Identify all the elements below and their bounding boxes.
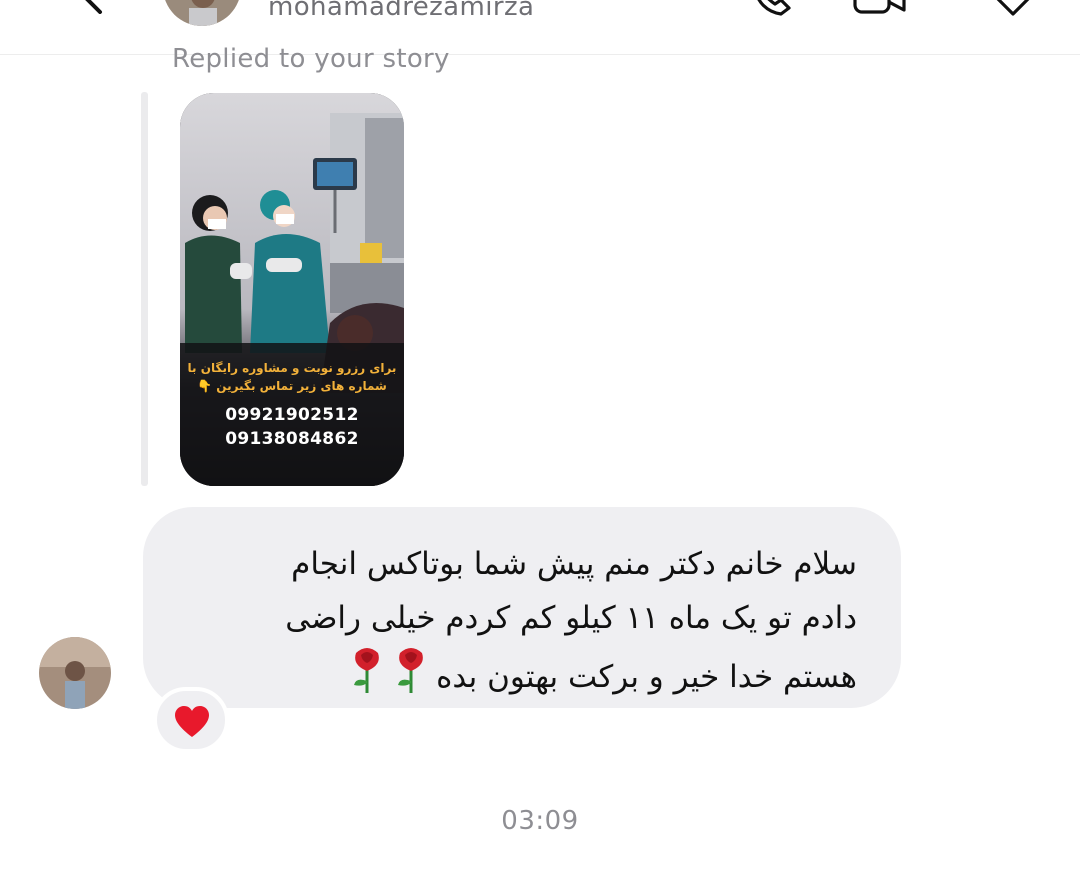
heart-icon bbox=[175, 706, 209, 737]
video-camera-icon bbox=[853, 0, 906, 14]
rose-icon bbox=[348, 645, 386, 712]
back-button[interactable] bbox=[70, 0, 110, 14]
avatar-image bbox=[39, 637, 111, 709]
story-promo-line-2: شماره های زیر تماس بگیرین 👇 bbox=[197, 379, 387, 393]
phone-icon bbox=[757, 0, 791, 16]
header-avatar[interactable] bbox=[163, 0, 241, 26]
chat-header: mohamadrezamirza bbox=[0, 0, 1080, 55]
story-promo-line-1: برای رزرو نوبت و مشاوره رایگان با bbox=[187, 361, 397, 375]
replied-to-story-label: Replied to your story bbox=[172, 44, 450, 74]
message-bubble[interactable]: سلام خانم دکتر منم پیش شما بوتاکس انجام … bbox=[143, 507, 901, 708]
story-preview[interactable]: برای رزرو نوبت و مشاوره رایگان با شماره … bbox=[180, 93, 404, 486]
chevron-left-icon bbox=[85, 0, 102, 14]
rose-icon bbox=[392, 645, 430, 712]
message-timestamp: 03:09 bbox=[501, 806, 579, 836]
label-button[interactable] bbox=[985, 0, 1035, 20]
sender-avatar[interactable] bbox=[39, 637, 111, 709]
story-phone-2: 09138084862 bbox=[225, 429, 359, 449]
message-line-3: هستم خدا خیر و برکت بهتون بده bbox=[157, 645, 857, 712]
reaction-badge[interactable] bbox=[153, 687, 229, 753]
dm-thread-screen: mohamadrezamirza Replied to your story ب… bbox=[0, 0, 1080, 870]
avatar-image bbox=[163, 0, 241, 26]
message-line-1: سلام خانم دکتر منم پیش شما بوتاکس انجام bbox=[291, 546, 857, 582]
tag-icon bbox=[996, 0, 1030, 16]
story-phone-1: 09921902512 bbox=[225, 405, 359, 425]
message-line-2: دادم تو یک ماه ۱۱ کیلو کم کردم خیلی راضی bbox=[285, 600, 857, 636]
story-photo bbox=[180, 93, 404, 486]
message-line-3-text: هستم خدا خیر و برکت بهتون بده bbox=[436, 659, 857, 695]
reply-indicator-bar bbox=[141, 92, 148, 486]
audio-call-button[interactable] bbox=[745, 0, 795, 20]
video-call-button[interactable] bbox=[852, 0, 906, 20]
message-text: سلام خانم دکتر منم پیش شما بوتاکس انجام … bbox=[157, 537, 857, 712]
username[interactable]: mohamadrezamirza bbox=[268, 0, 534, 22]
